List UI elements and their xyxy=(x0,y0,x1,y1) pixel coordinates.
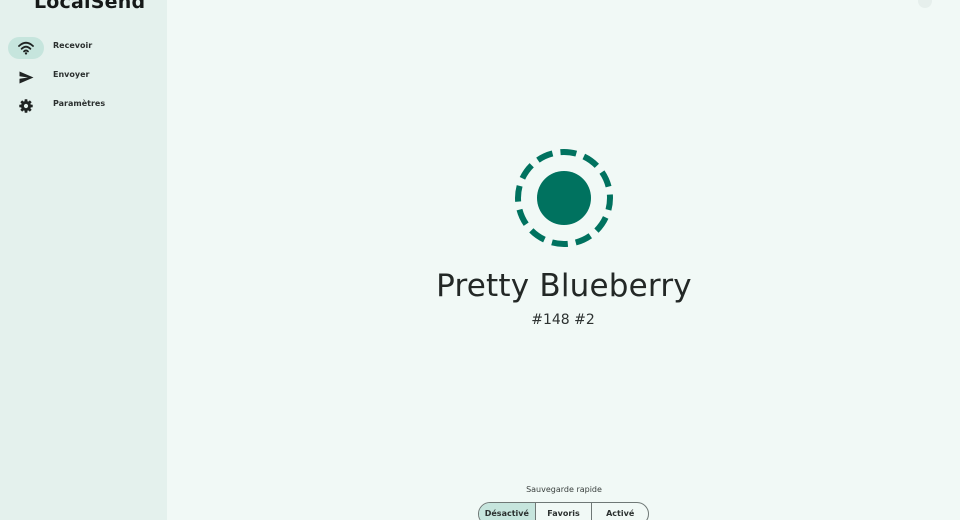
gear-icon xyxy=(17,98,35,114)
app-window: LocalSend Recevoir Envoyer Paramètres Pr… xyxy=(0,0,960,520)
quick-save-option-active[interactable]: Activé xyxy=(592,503,648,520)
device-name: Pretty Blueberry xyxy=(436,268,692,304)
localsend-logo-icon xyxy=(511,145,617,251)
quick-save-option-favoris[interactable]: Favoris xyxy=(536,503,593,520)
sidebar-item-label: Recevoir xyxy=(53,41,93,50)
send-icon xyxy=(17,69,35,85)
window-control-icon[interactable] xyxy=(918,0,932,8)
device-id-tags: #148 #2 xyxy=(531,312,595,328)
sidebar-item-label: Envoyer xyxy=(53,70,90,79)
quick-save-label: Sauvegarde rapide xyxy=(526,485,602,494)
sidebar-item-recevoir[interactable]: Recevoir xyxy=(8,37,158,59)
wifi-icon xyxy=(17,40,35,56)
sidebar-item-label: Paramètres xyxy=(53,99,106,108)
quick-save-option-desactive[interactable]: Désactivé xyxy=(479,503,536,520)
sidebar-item-parametres[interactable]: Paramètres xyxy=(8,95,158,117)
sidebar: LocalSend Recevoir Envoyer Paramètres xyxy=(0,0,167,520)
sidebar-item-envoyer[interactable]: Envoyer xyxy=(8,66,158,88)
app-title: LocalSend xyxy=(34,0,146,13)
quick-save-selector: Désactivé Favoris Activé xyxy=(478,502,649,520)
